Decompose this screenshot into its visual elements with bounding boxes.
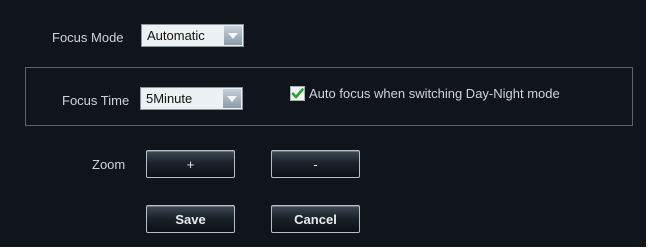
zoom-label: Zoom xyxy=(92,157,126,172)
focus-time-value: 5Minute xyxy=(146,91,193,106)
cancel-button[interactable]: Cancel xyxy=(271,205,360,233)
focus-time-select[interactable]: 5Minute xyxy=(140,87,243,110)
focus-mode-select[interactable]: Automatic xyxy=(141,24,244,47)
save-button[interactable]: Save xyxy=(146,205,235,233)
focus-mode-label: Focus Mode xyxy=(52,30,124,45)
auto-focus-label: Auto focus when switching Day-Night mode xyxy=(309,86,560,101)
checkmark-icon xyxy=(291,88,304,99)
focus-settings-panel: Focus Mode Automatic Focus Time 5Minute … xyxy=(0,0,646,247)
chevron-down-icon[interactable] xyxy=(223,89,241,108)
zoom-out-button[interactable]: - xyxy=(271,150,360,178)
focus-mode-value: Automatic xyxy=(147,28,205,43)
auto-focus-checkbox[interactable] xyxy=(290,86,305,101)
zoom-in-button[interactable]: + xyxy=(146,150,235,178)
focus-time-label: Focus Time xyxy=(62,93,130,108)
chevron-down-icon[interactable] xyxy=(224,26,242,45)
